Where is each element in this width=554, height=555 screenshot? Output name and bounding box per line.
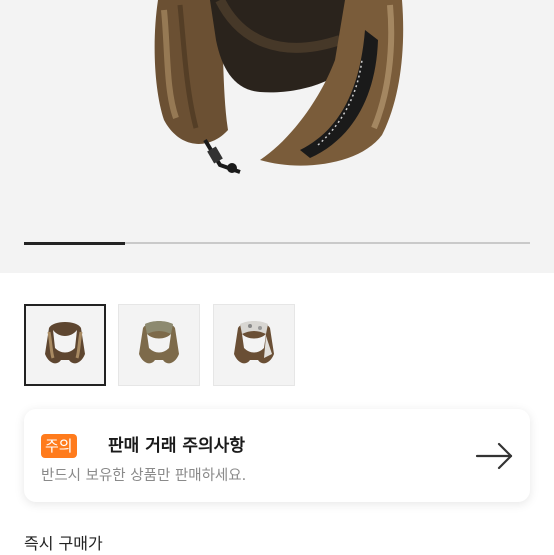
carousel-progress-fill <box>24 241 126 245</box>
arrow-right-icon[interactable] <box>475 441 515 471</box>
instant-buy-price-label: 즉시 구매가 <box>24 534 103 553</box>
thumbnail-hat-camo-image <box>234 321 274 364</box>
warning-badge: 주의 <box>41 434 77 458</box>
thumbnail-1[interactable] <box>24 304 106 386</box>
sales-notice-card[interactable]: 주의 판매 거래 주의사항 반드시 보유한 상품만 판매하세요. <box>24 409 530 502</box>
product-hero-image <box>154 0 404 174</box>
thumbnail-hat-olive-image <box>139 321 179 364</box>
notice-title: 판매 거래 주의사항 <box>108 436 245 456</box>
thumbnail-hat-brown-image <box>45 322 85 364</box>
thumbnail-strip <box>24 304 314 388</box>
thumbnail-3[interactable] <box>213 304 295 386</box>
notice-description: 반드시 보유한 상품만 판매하세요. <box>41 468 247 484</box>
thumbnail-2[interactable] <box>118 304 200 386</box>
carousel-progress-track <box>24 241 530 245</box>
product-image-carousel[interactable] <box>0 0 554 273</box>
